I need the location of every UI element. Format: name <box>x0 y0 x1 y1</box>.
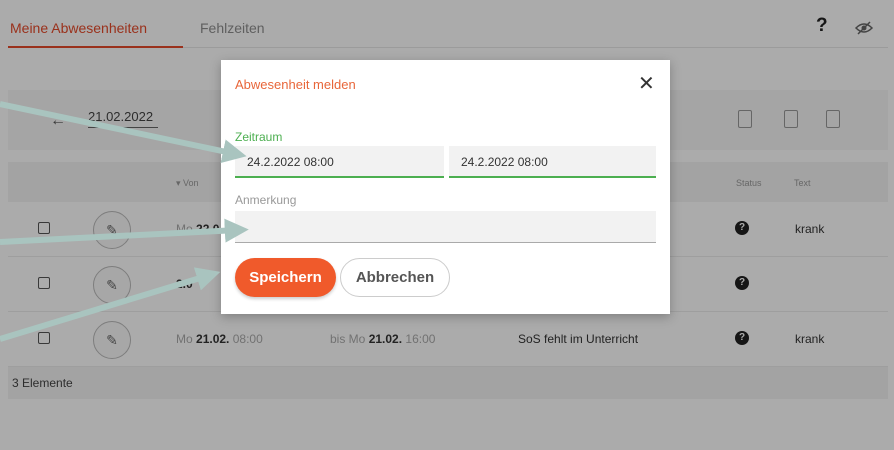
to-datetime-input[interactable]: 24.2.2022 08:00 <box>449 146 656 178</box>
absence-dialog: Abwesenheit melden ✕ Zeitraum 24.2.2022 … <box>221 60 670 314</box>
note-label: Anmerkung <box>235 193 297 207</box>
period-label: Zeitraum <box>235 130 283 144</box>
cancel-button[interactable]: Abbrechen <box>340 258 450 297</box>
close-icon[interactable]: ✕ <box>638 74 655 94</box>
dialog-title: Abwesenheit melden <box>235 77 356 92</box>
note-input[interactable] <box>235 211 656 243</box>
from-datetime-input[interactable]: 24.2.2022 08:00 <box>235 146 444 178</box>
save-button[interactable]: Speichern <box>235 258 336 297</box>
